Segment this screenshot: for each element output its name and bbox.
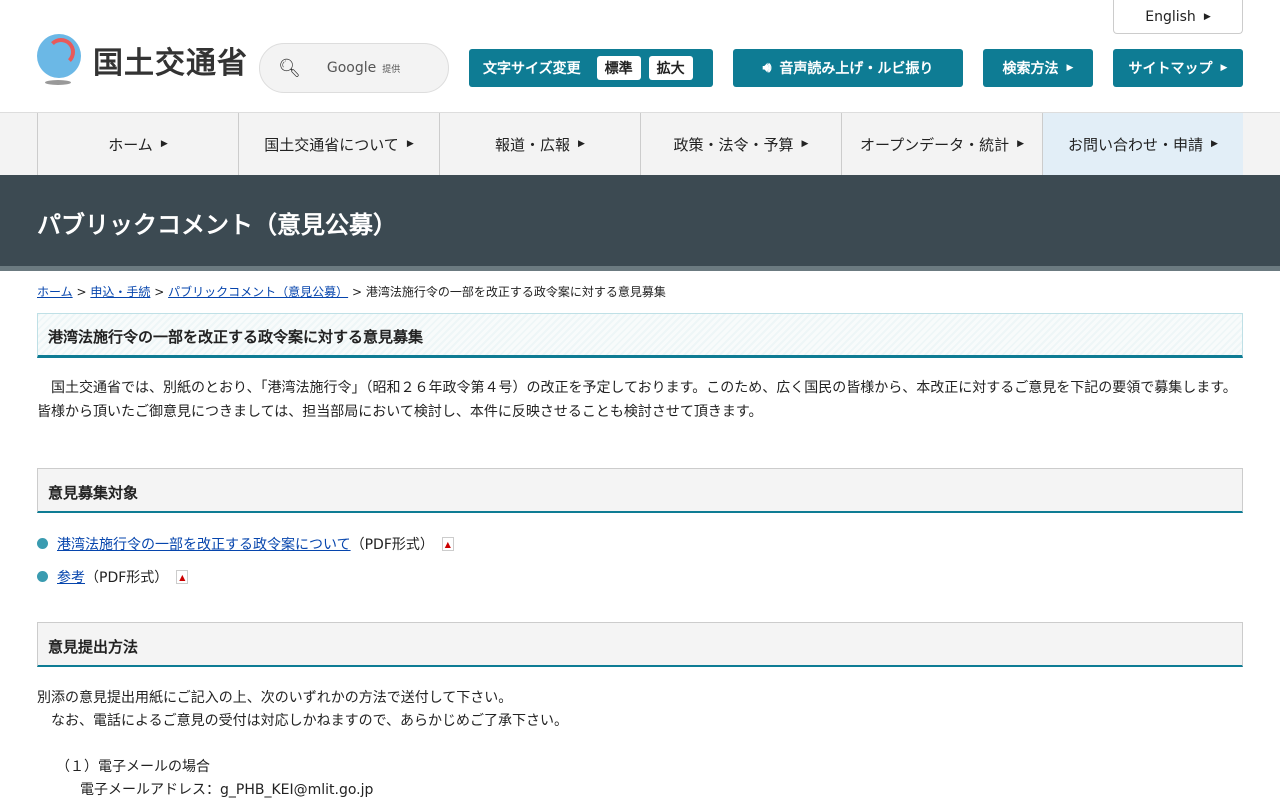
font-large-button[interactable]: 拡大 xyxy=(648,56,693,80)
bullet-icon xyxy=(37,538,48,549)
triangle-right-icon: ▶ xyxy=(160,139,168,149)
logo-text: 国土交通省 xyxy=(93,46,248,81)
font-size-label: 文字サイズ変更 xyxy=(483,61,581,77)
triangle-right-icon: ▶ xyxy=(578,139,585,149)
section-heading-method: 意見提出方法 xyxy=(37,622,1243,667)
method-text-2: なお、電話によるご意見の受付は対応しかねますので、あらかじめご了承下さい。 xyxy=(37,713,569,729)
email-address: 電子メールアドレス：g_PHB_KEI@mlit.go.jp xyxy=(80,782,374,798)
nav-contact[interactable]: お問い合わせ・申請 ▶ xyxy=(1042,113,1243,175)
draft-pdf-link[interactable]: 港湾法施行令の一部を改正する政令案について xyxy=(57,534,351,554)
bullet-icon xyxy=(37,571,48,582)
intro-text: 国土交通省では、別紙のとおり、「港湾法施行令」（昭和２６年政令第４号）の改正を予… xyxy=(37,380,1249,420)
nav-policy[interactable]: 政策・法令・予算 ▶ xyxy=(640,113,841,175)
sitemap-label: サイトマップ xyxy=(1128,61,1213,77)
separator: > xyxy=(76,285,87,299)
search-method-button[interactable]: 検索方法 ▶ xyxy=(983,49,1093,87)
english-label: English xyxy=(1145,8,1196,25)
nav-label: 政策・法令・予算 xyxy=(673,135,794,154)
speaker-icon: 🔊︎ xyxy=(762,60,772,76)
search-icon: 🔍︎ xyxy=(278,57,301,79)
english-link[interactable]: English ▶ xyxy=(1113,0,1243,34)
nav-opendata[interactable]: オープンデータ・統計 ▶ xyxy=(841,113,1042,175)
global-nav: ホーム ▶ 国土交通省について ▶ 報道・広報 ▶ 政策・法令・予算 ▶ オープンデータ… xyxy=(0,112,1280,175)
triangle-right-icon: ▶ xyxy=(1066,63,1074,73)
triangle-right-icon: ▶ xyxy=(801,139,809,149)
separator: > xyxy=(154,285,165,299)
section-heading-target: 意見募集対象 xyxy=(37,468,1243,513)
font-size-control: 文字サイズ変更 標準 拡大 xyxy=(469,49,713,87)
sitemap-button[interactable]: サイトマップ ▶ xyxy=(1113,49,1243,87)
breadcrumb: ホーム > 申込・手続 > パブリックコメント（意見公募） > 港湾法施行令の一… xyxy=(0,271,1280,300)
breadcrumb-pubcom[interactable]: パブリックコメント（意見公募） xyxy=(168,285,348,299)
search-suffix: 提供 xyxy=(382,65,401,75)
separator: > xyxy=(351,285,362,299)
triangle-right-icon: ▶ xyxy=(1220,63,1228,73)
search-provider: Google xyxy=(326,60,377,76)
method-text-1: 別添の意見提出用紙にご記入の上、次のいずれかの方法で送付して下さい。 xyxy=(37,690,513,706)
breadcrumb-home[interactable]: ホーム xyxy=(37,285,73,299)
nav-home[interactable]: ホーム ▶ xyxy=(37,113,238,175)
triangle-right-icon: ▶ xyxy=(1203,11,1211,22)
search-method-label: 検索方法 xyxy=(1002,61,1059,77)
nav-label: 国土交通省について xyxy=(264,135,399,154)
triangle-right-icon: ▶ xyxy=(1211,139,1218,149)
logo-mark-icon xyxy=(37,34,85,86)
email-heading: （１）電子メールの場合 xyxy=(56,759,210,775)
nav-about[interactable]: 国土交通省について ▶ xyxy=(238,113,439,175)
speech-label: 音声読み上げ・ルビ振り xyxy=(779,61,934,77)
triangle-right-icon: ▶ xyxy=(1017,139,1025,149)
logo[interactable]: 国土交通省 xyxy=(37,34,248,86)
breadcrumb-apply[interactable]: 申込・手続 xyxy=(90,285,150,299)
page-title: 港湾法施行令の一部を改正する政令案に対する意見募集 xyxy=(37,313,1243,358)
page-banner: パブリックコメント（意見公募） xyxy=(0,175,1280,271)
list-item: 港湾法施行令の一部を改正する政令案について （PDF形式） ▲ xyxy=(37,527,1243,560)
pdf-format-label: （PDF形式） xyxy=(350,536,434,553)
breadcrumb-current: 港湾法施行令の一部を改正する政令案に対する意見募集 xyxy=(365,285,666,299)
font-standard-button[interactable]: 標準 xyxy=(596,56,641,80)
list-item: 参考 （PDF形式） ▲ xyxy=(37,560,1243,593)
site-header: 国土交通省 🔍︎ Google 提供 English ▶ 文字サイズ変更 標準 拡大… xyxy=(0,0,1280,112)
search-input[interactable]: 🔍︎ Google 提供 xyxy=(259,43,449,93)
pdf-icon: ▲ xyxy=(441,536,454,551)
nav-press[interactable]: 報道・広報 ▶ xyxy=(439,113,640,175)
nav-label: 報道・広報 xyxy=(495,135,571,154)
nav-label: ホーム xyxy=(108,135,153,154)
speech-button[interactable]: 🔊︎ 音声読み上げ・ルビ振り xyxy=(733,49,963,87)
nav-label: オープンデータ・統計 xyxy=(859,135,1010,154)
pdf-format-label: （PDF形式） xyxy=(85,569,169,586)
reference-pdf-link[interactable]: 参考 xyxy=(57,567,85,587)
pdf-icon: ▲ xyxy=(176,569,189,584)
nav-label: お問い合わせ・申請 xyxy=(1068,135,1204,154)
triangle-right-icon: ▶ xyxy=(406,139,414,149)
